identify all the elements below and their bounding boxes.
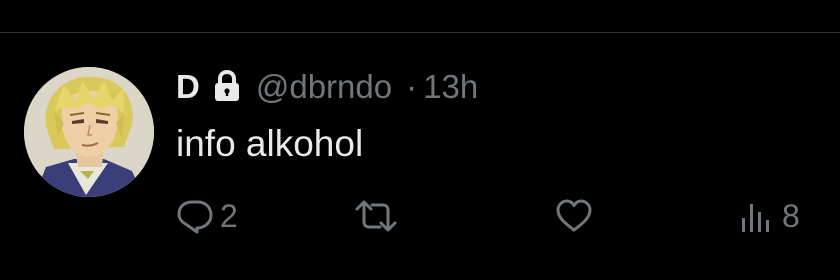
timestamp[interactable]: 13h <box>423 70 478 103</box>
top-divider <box>0 32 840 33</box>
views-button[interactable]: 8 <box>738 194 800 238</box>
retweet-icon <box>355 200 397 232</box>
avatar-image <box>24 67 154 197</box>
tweet-header: D @dbrndo · 13h <box>176 64 478 108</box>
action-bar: 2 8 <box>176 194 816 238</box>
reply-icon <box>177 200 213 234</box>
avatar[interactable] <box>24 67 154 197</box>
retweet-button[interactable] <box>354 194 404 238</box>
user-handle[interactable]: @dbrndo <box>256 70 392 103</box>
like-button[interactable] <box>554 194 600 238</box>
display-name[interactable]: D <box>176 70 200 103</box>
heart-icon <box>556 199 592 232</box>
reply-count: 2 <box>220 198 238 234</box>
views-count: 8 <box>782 198 800 234</box>
reply-button[interactable]: 2 <box>176 194 238 238</box>
tweet-text: info alkohol <box>176 123 364 164</box>
lock-icon <box>214 69 240 102</box>
separator-dot: · <box>406 67 418 105</box>
views-icon <box>742 204 769 232</box>
